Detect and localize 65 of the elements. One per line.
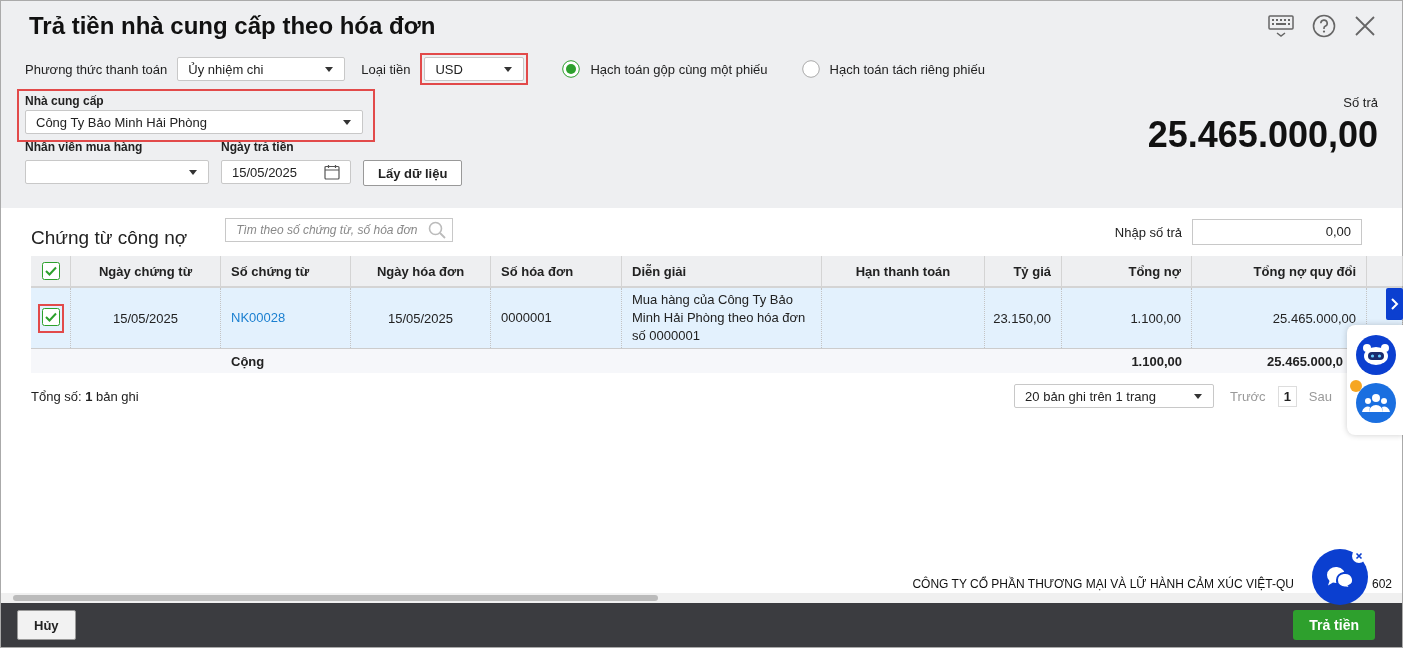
robot-icon[interactable]	[1355, 334, 1396, 375]
search-icon	[428, 221, 447, 239]
total-label: Cộng	[230, 352, 266, 371]
amount-input[interactable]: 0,00	[1192, 219, 1362, 245]
payment-method-dropdown[interactable]: Ủy nhiệm chi	[177, 57, 346, 81]
company-name: CÔNG TY CỔ PHẦN THƯƠNG MẠI VÀ LỮ HÀNH CẢM XÚC VIỆT-QU	[912, 577, 1294, 591]
caret-icon	[1193, 392, 1204, 400]
caret-icon	[188, 168, 198, 176]
page-size-dropdown[interactable]: 20 bản ghi trên 1 trang	[1014, 384, 1215, 408]
section-title: Chứng từ công nợ	[31, 227, 188, 249]
company-name: 602	[1371, 577, 1392, 591]
column-header: Tỷ giá	[985, 256, 1062, 286]
fetch-data-button[interactable]: Lấy dữ liệu	[363, 160, 463, 186]
notification-dot-icon	[1349, 379, 1362, 392]
page-number[interactable]: 1	[1277, 385, 1297, 407]
caret-icon	[342, 118, 352, 126]
table-cell: 23.150,00	[985, 288, 1062, 348]
field-label: Ngày trả tiền	[221, 140, 295, 156]
radio-button[interactable]	[562, 60, 581, 78]
close-icon[interactable]	[1352, 549, 1366, 563]
column-header: Số hóa đơn	[491, 256, 622, 286]
radio-option[interactable]: Hạch toán gộp cùng một phiếu	[562, 60, 768, 78]
table-cell: 15/05/2025	[351, 288, 491, 348]
checkbox[interactable]	[41, 307, 60, 326]
window-title: Trả tiền nhà cung cấp theo hóa đơn	[28, 12, 436, 40]
date-field[interactable]: 15/05/2025	[221, 160, 351, 184]
field-label: Nhân viên mua hàng	[25, 140, 144, 156]
search-field[interactable]: Tìm theo số chứng từ, số hóa đơn	[225, 218, 454, 242]
radio-button[interactable]	[801, 60, 820, 78]
table-cell: 15/05/2025	[71, 288, 221, 348]
expand-tab-icon[interactable]	[1386, 288, 1403, 320]
caret-icon	[324, 65, 335, 73]
caret-icon	[503, 65, 514, 73]
field-label: Loại tiền	[361, 61, 411, 77]
keyboard-icon[interactable]	[1268, 14, 1294, 38]
document-link[interactable]: NK00028	[231, 309, 286, 327]
currency-dropdown[interactable]: USD	[424, 57, 525, 81]
column-header: Ngày hóa đơn	[351, 256, 491, 286]
people-icon[interactable]	[1355, 382, 1396, 423]
record-count: Tổng số: 1 bản ghi	[31, 388, 139, 404]
supplier-dropdown[interactable]: Công Ty Bảo Minh Hải Phòng	[25, 110, 363, 134]
calendar-icon	[324, 164, 340, 180]
column-header: Tổng nợ quy đổi	[1192, 256, 1367, 286]
column-header: Ngày chứng từ	[71, 256, 221, 286]
radio-option[interactable]: Hạch toán tách riêng phiếu	[801, 60, 985, 78]
amount-value: 25.465.000,00	[1147, 114, 1378, 156]
field-label: Nhà cung cấp	[25, 94, 105, 110]
table-cell: 1.100,00	[1062, 288, 1192, 348]
column-header: Diễn giải	[622, 256, 822, 286]
field-label: Phương thức thanh toán	[25, 61, 168, 77]
total-cell-text: 1.100,00	[1130, 352, 1183, 371]
total-cell-text: 25.465.000,0	[1266, 352, 1344, 371]
cancel-button[interactable]: Hủy	[17, 610, 76, 640]
scrollbar-thumb[interactable]	[13, 595, 658, 601]
field-label: Nhập số trả	[1114, 224, 1182, 240]
checkbox[interactable]	[41, 262, 60, 280]
help-icon[interactable]	[1312, 14, 1336, 38]
chat-icon[interactable]	[1312, 549, 1368, 605]
table-cell: Mua hàng của Công Ty Bảo Minh Hải Phòng theo hóa đơn số 0000001	[622, 288, 822, 348]
column-header: Tổng nợ	[1062, 256, 1192, 286]
column-header: Hạn thanh toán	[822, 256, 985, 286]
table-cell: 0000001	[491, 288, 622, 348]
amount-label: Số trả	[1342, 95, 1378, 110]
column-header: Số chứng từ	[221, 256, 351, 286]
close-icon[interactable]	[1354, 15, 1376, 37]
